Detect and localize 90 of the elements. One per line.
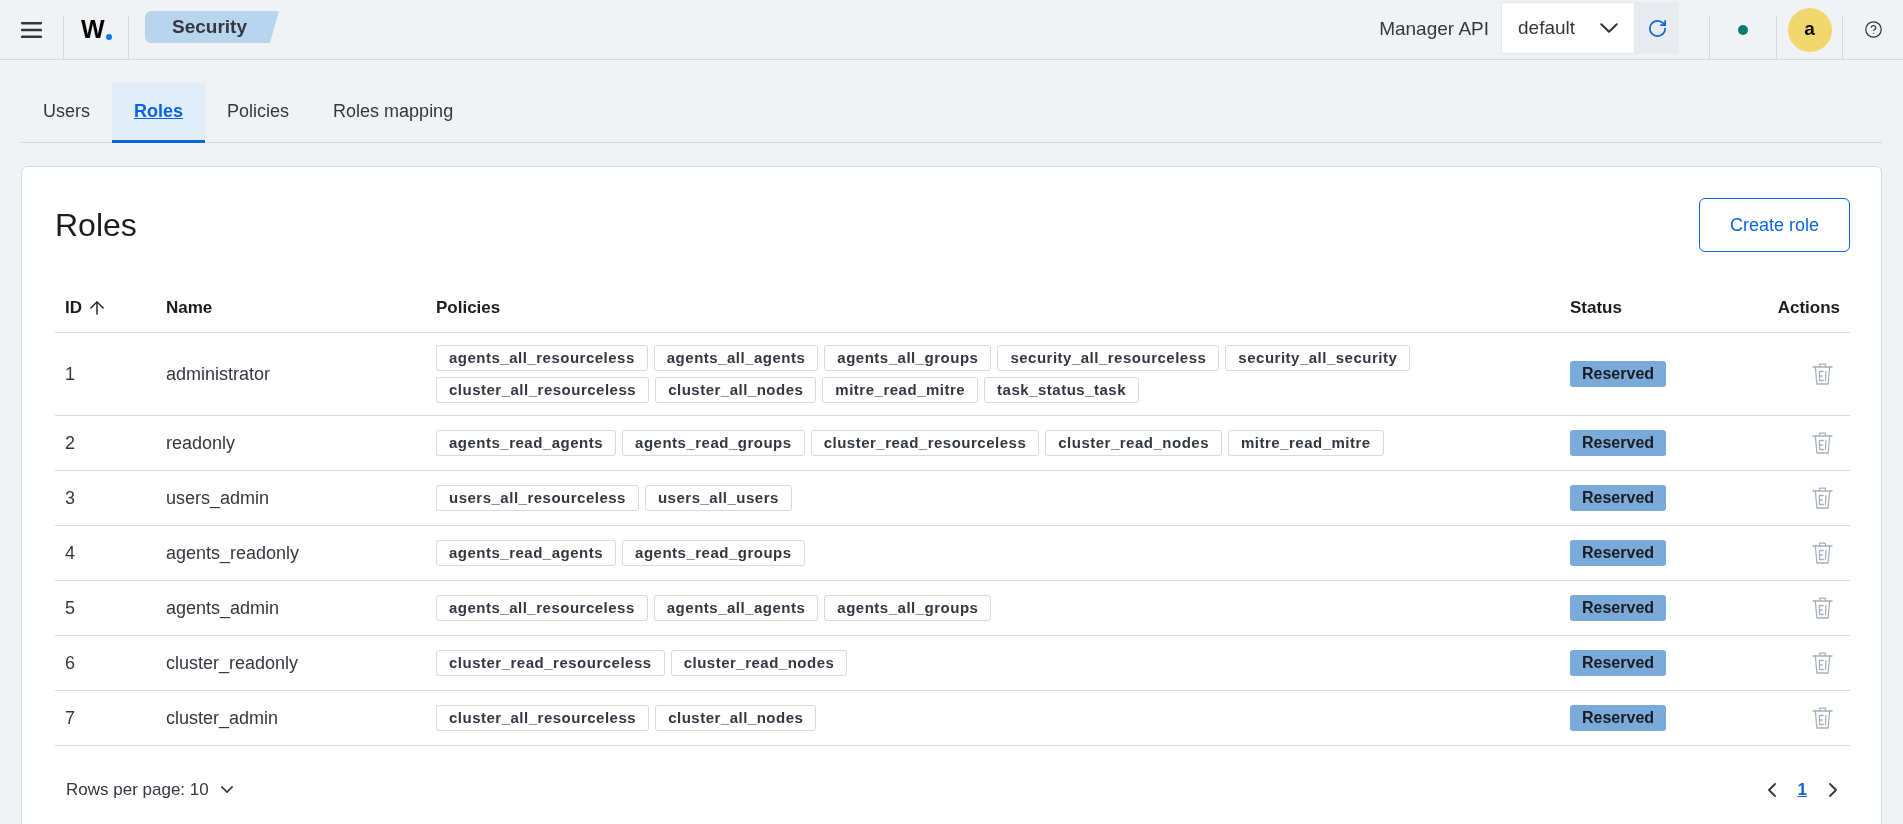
help-button[interactable] (1864, 21, 1882, 38)
logo-text: W (81, 17, 105, 42)
menu-button[interactable] (21, 21, 42, 38)
column-header[interactable]: ID (65, 295, 104, 321)
status-badge: Reserved (1570, 485, 1667, 511)
table-cell: readonly (166, 432, 236, 453)
avatar-button[interactable]: a (1787, 7, 1832, 52)
policy-tag: agents_all_agents (653, 595, 819, 621)
policy-tag: agents_all_resourceless (436, 345, 648, 371)
trash-icon (1812, 597, 1833, 619)
delete-button[interactable] (1812, 707, 1833, 729)
trash-icon (1812, 363, 1833, 385)
menu-icon (21, 21, 42, 38)
table-cell: users_admin (166, 487, 270, 508)
create-role-button[interactable]: Create role (1699, 198, 1850, 252)
refresh-icon (1648, 19, 1666, 37)
column-header: Name (166, 297, 213, 320)
policy-tag: cluster_read_resourceless (436, 650, 665, 676)
breadcrumb[interactable]: Security (145, 11, 279, 43)
delete-button[interactable] (1812, 432, 1833, 454)
policy-tag: agents_read_agents (436, 430, 617, 456)
policy-tag: cluster_all_nodes (655, 705, 817, 731)
delete-button[interactable] (1812, 363, 1833, 385)
policy-tag: agents_read_groups (622, 540, 805, 566)
table-cell: agents_admin (166, 597, 280, 618)
policy-tag: agents_read_groups (622, 430, 805, 456)
policy-tag: cluster_all_resourceless (436, 377, 650, 403)
table-cell: 4 (65, 542, 75, 563)
api-label: Manager API (1379, 17, 1489, 42)
status-badge: Reserved (1570, 430, 1667, 456)
table-cell: 3 (65, 487, 75, 508)
delete-button[interactable] (1812, 542, 1833, 564)
column-header: Status (1570, 297, 1622, 320)
page-title: Roles (55, 209, 137, 241)
policy-tag: agents_all_resourceless (436, 595, 648, 621)
table-cell: cluster_admin (166, 707, 279, 728)
column-header: Policies (436, 297, 501, 320)
chevron-down-icon (220, 786, 233, 793)
table-cell: 5 (65, 597, 75, 618)
chevron-down-icon (1600, 23, 1618, 33)
status-badge: Reserved (1570, 540, 1667, 566)
status-badge: Reserved (1570, 705, 1667, 731)
previous-page-button[interactable] (1767, 782, 1776, 797)
tab[interactable]: Roles mapping (311, 83, 476, 143)
trash-icon (1812, 652, 1833, 674)
api-select[interactable]: default (1501, 2, 1635, 54)
policy-tag: users_all_resourceless (436, 485, 639, 511)
trash-icon (1812, 432, 1833, 454)
policy-tag: cluster_all_resourceless (436, 705, 650, 731)
delete-button[interactable] (1812, 487, 1833, 509)
table-cell: 2 (65, 432, 75, 453)
policy-tag: cluster_read_resourceless (810, 430, 1040, 456)
policy-tag: mitre_read_mitre (1228, 430, 1384, 456)
policy-tag: agents_all_groups (824, 595, 992, 621)
delete-button[interactable] (1812, 597, 1833, 619)
policy-tag: mitre_read_mitre (822, 377, 979, 403)
next-page-button[interactable] (1829, 782, 1837, 797)
tab[interactable]: Users (21, 83, 112, 143)
policy-tag: task_status_task (984, 377, 1139, 403)
refresh-button[interactable] (1635, 2, 1679, 54)
table-cell: 1 (65, 363, 75, 384)
table-cell: 7 (65, 707, 75, 728)
trash-icon (1812, 542, 1833, 564)
chevron-right-icon (1829, 782, 1837, 797)
chevron-left-icon (1767, 782, 1776, 797)
status-badge: Reserved (1570, 361, 1667, 387)
policy-tag: security_all_resourceless (997, 345, 1220, 371)
tab[interactable]: Policies (205, 83, 312, 143)
table-cell: agents_readonly (166, 542, 300, 563)
rows-per-page-button[interactable]: Rows per page: 10 (66, 776, 233, 803)
policy-tag: users_all_users (644, 485, 792, 511)
policy-tag: cluster_read_nodes (670, 650, 848, 676)
page-link[interactable]: 1 (1797, 776, 1807, 803)
tab[interactable]: Roles (112, 83, 206, 143)
policy-tag: agents_all_groups (824, 345, 992, 371)
trash-icon (1812, 487, 1833, 509)
trash-icon (1812, 707, 1833, 729)
delete-button[interactable] (1812, 652, 1833, 674)
status-badge: Reserved (1570, 650, 1667, 676)
policy-tag: cluster_all_nodes (655, 377, 817, 403)
table-cell: administrator (166, 363, 271, 384)
status-badge: Reserved (1570, 595, 1667, 621)
help-icon (1864, 21, 1882, 38)
table-cell: 6 (65, 652, 75, 673)
policy-tag: agents_all_agents (653, 345, 819, 371)
policy-tag: cluster_read_nodes (1045, 430, 1222, 456)
policy-tag: agents_read_agents (436, 540, 617, 566)
column-header: Actions (1777, 297, 1840, 320)
policy-tag: security_all_security (1225, 345, 1411, 371)
table-cell: cluster_readonly (166, 652, 299, 673)
